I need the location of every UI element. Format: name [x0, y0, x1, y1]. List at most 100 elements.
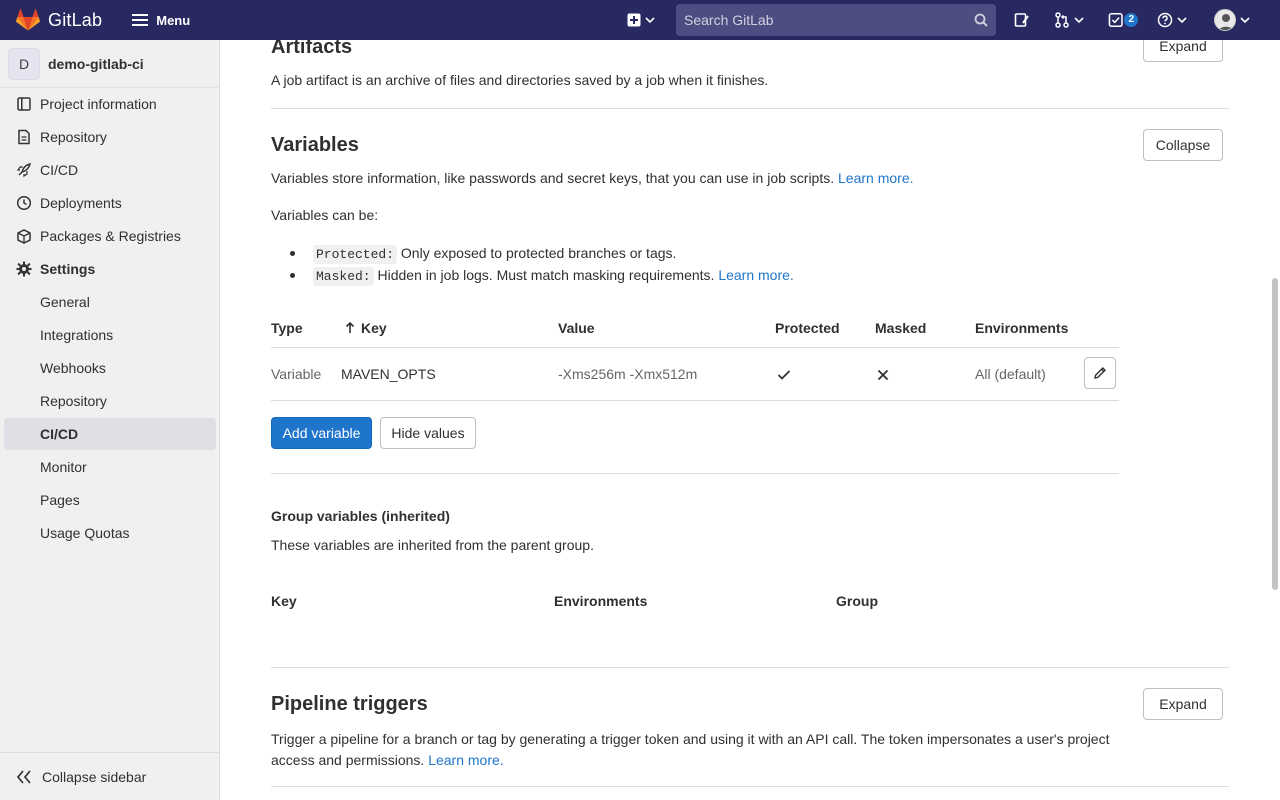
brand-name: GitLab — [48, 9, 103, 30]
search-box[interactable] — [676, 4, 996, 36]
top-navbar: GitLab Menu 2 — [0, 0, 1280, 40]
settings-gear-icon — [16, 261, 32, 277]
sidebar-subitem-general[interactable]: General — [4, 286, 216, 318]
sidebar-item-label: Repository — [40, 129, 107, 145]
sidebar-subitem-monitor[interactable]: Monitor — [4, 451, 216, 483]
table-row-divider — [271, 400, 1119, 401]
sidebar-item-packages-registries[interactable]: Packages & Registries — [4, 220, 216, 252]
sidebar-subitem-cicd[interactable]: CI/CD — [4, 418, 216, 450]
sidebar-subitem-usage-quotas[interactable]: Usage Quotas — [4, 517, 216, 549]
sidebar-item-label: CI/CD — [40, 162, 79, 178]
gitlab-logo[interactable]: GitLab — [16, 0, 102, 40]
sidebar-subitem-label: Usage Quotas — [40, 525, 130, 541]
issues-icon — [1014, 13, 1029, 27]
sidebar-item-label: Settings — [40, 261, 96, 277]
sidebar-subitem-repository[interactable]: Repository — [4, 385, 216, 417]
variables-collapse-button[interactable]: Collapse — [1143, 129, 1223, 161]
sidebar-subitem-label: CI/CD — [40, 426, 79, 442]
list-item: Protected: Only exposed to protected bra… — [271, 242, 794, 264]
search-input[interactable] — [684, 12, 974, 28]
sidebar-subitem-label: Pages — [40, 492, 80, 508]
group-column-header-environments: Environments — [554, 593, 648, 609]
add-variable-button[interactable]: Add variable — [271, 417, 372, 449]
variables-description-text: Variables store information, like passwo… — [271, 170, 835, 186]
artifacts-expand-button[interactable]: Expand — [1143, 40, 1223, 62]
artifacts-description: A job artifact is an archive of files an… — [271, 72, 769, 88]
sidebar-item-project-information[interactable]: Project information — [4, 88, 216, 120]
sidebar-item-label: Packages & Registries — [40, 228, 181, 244]
merge-requests-dropdown[interactable] — [1050, 0, 1088, 40]
variable-key-cell[interactable]: MAVEN_OPTS — [341, 366, 436, 382]
section-divider — [271, 473, 1119, 474]
hide-values-button[interactable]: Hide values — [380, 417, 476, 449]
todos-button[interactable]: 2 — [1108, 0, 1138, 40]
package-icon — [16, 228, 32, 244]
group-variables-title: Group variables (inherited) — [271, 508, 450, 524]
sidebar-item-cicd[interactable]: CI/CD — [4, 154, 216, 186]
variables-title: Variables — [271, 134, 359, 156]
column-header-environments: Environments — [975, 320, 1069, 336]
chevron-down-icon — [1177, 17, 1187, 23]
protected-description: Only exposed to protected branches or ta… — [400, 245, 677, 261]
chevron-down-icon — [1074, 17, 1084, 23]
sidebar-subitem-label: Webhooks — [40, 360, 106, 376]
pipeline-triggers-learn-more-link[interactable]: Learn more. — [428, 752, 503, 768]
sidebar-item-deployments[interactable]: Deployments — [4, 187, 216, 219]
sidebar-item-label: Deployments — [40, 195, 122, 211]
variables-learn-more-link[interactable]: Learn more. — [838, 170, 913, 186]
project-avatar: D — [8, 47, 40, 80]
section-divider — [271, 786, 1229, 787]
gitlab-tanuki-icon — [16, 9, 40, 31]
user-avatar — [1214, 9, 1236, 31]
sidebar-item-repository[interactable]: Repository — [4, 121, 216, 153]
sidebar-subitem-webhooks[interactable]: Webhooks — [4, 352, 216, 384]
rocket-icon — [16, 162, 32, 178]
pipeline-triggers-description-text: Trigger a pipeline for a branch or tag b… — [271, 731, 1110, 768]
column-header-protected: Protected — [775, 320, 840, 336]
menu-button[interactable]: Menu — [128, 5, 194, 35]
edit-variable-button[interactable] — [1084, 357, 1116, 389]
variables-types-list: Protected: Only exposed to protected bra… — [271, 242, 794, 286]
sidebar-item-settings[interactable]: Settings — [4, 253, 216, 285]
search-icon — [974, 13, 988, 27]
sidebar-subitem-label: Monitor — [40, 459, 87, 475]
column-header-type: Type — [271, 320, 303, 336]
user-menu-dropdown[interactable] — [1210, 0, 1254, 40]
issues-button[interactable] — [1012, 0, 1032, 40]
collapse-sidebar-label: Collapse sidebar — [42, 768, 147, 785]
pipeline-triggers-expand-button[interactable]: Expand — [1143, 688, 1223, 720]
collapse-sidebar-button[interactable]: Collapse sidebar — [0, 752, 219, 800]
scrollbar-thumb[interactable] — [1272, 278, 1278, 590]
column-header-key-label: Key — [361, 320, 387, 336]
table-header-divider — [271, 347, 1119, 348]
variable-value-cell[interactable]: -Xms256m -Xmx512m — [558, 366, 697, 382]
pipeline-triggers-title: Pipeline triggers — [271, 693, 428, 715]
group-variables-description: These variables are inherited from the p… — [271, 537, 594, 553]
group-column-header-key: Key — [271, 593, 297, 609]
variable-type-cell: Variable — [271, 366, 322, 382]
group-column-header-group: Group — [836, 593, 878, 609]
column-header-key[interactable]: Key — [345, 320, 387, 336]
protected-check-icon — [777, 368, 791, 384]
new-dropdown[interactable] — [622, 0, 660, 40]
sort-arrow-up-icon — [345, 322, 355, 333]
masked-x-icon — [877, 368, 889, 384]
section-divider — [271, 667, 1229, 668]
sidebar: D demo-gitlab-ci Project information Rep… — [0, 40, 220, 800]
sidebar-subitem-label: Repository — [40, 393, 107, 409]
sidebar-subitem-pages[interactable]: Pages — [4, 484, 216, 516]
section-divider — [271, 108, 1229, 109]
merge-request-icon — [1055, 12, 1069, 28]
document-icon — [16, 129, 32, 145]
help-icon — [1157, 12, 1173, 28]
help-dropdown[interactable] — [1154, 0, 1190, 40]
project-icon — [16, 96, 32, 112]
masked-learn-more-link[interactable]: Learn more. — [718, 267, 793, 283]
double-chevron-left-icon — [16, 769, 31, 784]
sidebar-project-header[interactable]: D demo-gitlab-ci — [0, 40, 219, 88]
column-header-masked: Masked — [875, 320, 927, 336]
chevron-down-icon — [1240, 17, 1250, 23]
protected-code: Protected: — [313, 245, 398, 264]
sidebar-subitem-integrations[interactable]: Integrations — [4, 319, 216, 351]
column-header-value: Value — [558, 320, 595, 336]
